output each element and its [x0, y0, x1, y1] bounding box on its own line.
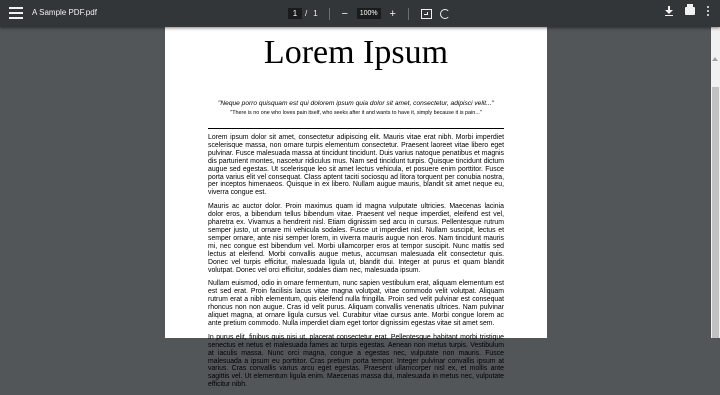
- subquote-text: "There is no one who loves pain itself, …: [230, 110, 482, 116]
- rotate-icon[interactable]: [439, 8, 450, 19]
- page-separator: /: [305, 9, 308, 18]
- total-pages: 1: [313, 9, 318, 18]
- quote-text: "Neque porro quisquam est qui dolorem ip…: [218, 100, 494, 107]
- zoom-level-input[interactable]: 100%: [356, 8, 381, 19]
- zoom-out-button[interactable]: −: [338, 8, 352, 20]
- print-icon[interactable]: [685, 4, 695, 15]
- fit-to-page-icon[interactable]: [420, 8, 432, 19]
- scrollbar-thumb[interactable]: [712, 87, 719, 338]
- vertical-scrollbar[interactable]: [711, 27, 720, 338]
- toolbar-actions: [653, 4, 710, 16]
- paragraph: Nullam euismod, odio in ornare fermentum…: [208, 280, 504, 327]
- menu-icon[interactable]: [9, 7, 23, 20]
- pdf-page: Lorem Ipsum "Neque porro quisquam est qu…: [165, 27, 547, 388]
- scroll-up-arrow-icon[interactable]: [712, 57, 718, 61]
- zoom-in-button[interactable]: +: [386, 8, 400, 20]
- current-page-input[interactable]: 1: [288, 8, 302, 19]
- document-title: A Sample PDF.pdf: [32, 8, 97, 17]
- toolbar-divider: [328, 7, 330, 20]
- more-options-icon[interactable]: [707, 6, 710, 16]
- download-icon[interactable]: [665, 6, 673, 16]
- pdf-toolbar: A Sample PDF.pdf 1 / 1 − 100% +: [0, 0, 720, 27]
- paragraph: Mauris ac auctor dolor. Proin maximus qu…: [208, 203, 504, 274]
- paragraph: Lorem ipsum dolor sit amet, consectetur …: [208, 134, 504, 197]
- page-and-zoom-controls: 1 / 1 − 100% +: [288, 5, 454, 22]
- body-text: Lorem ipsum dolor sit amet, consectetur …: [208, 134, 504, 395]
- paragraph: In purus elit, finibus quis nisi ut, pla…: [208, 333, 504, 389]
- horizontal-rule: [208, 128, 504, 129]
- page-heading: Lorem Ipsum: [263, 34, 449, 71]
- toolbar-divider: [407, 7, 409, 20]
